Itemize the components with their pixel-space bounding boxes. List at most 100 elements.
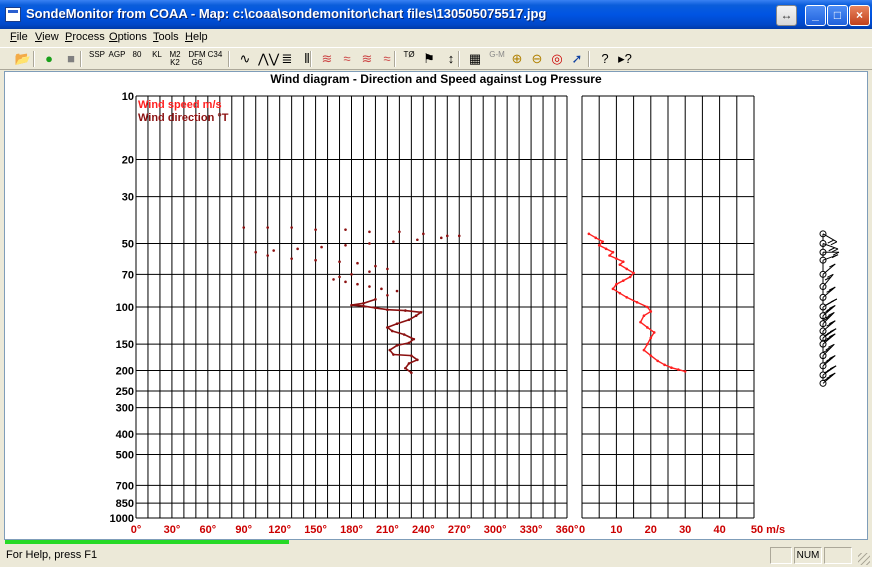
direction-point [386,293,389,297]
wind-diagram: Wind diagram - Direction and Speed again… [110,72,840,536]
direction-point [350,273,353,276]
legend-speed: Wind speed m/s [138,99,222,111]
lines-icon[interactable]: ≣ [278,51,296,67]
resize-button[interactable]: ↔ [776,5,797,26]
y-tick-label: 150 [116,339,134,351]
toolbar-separator [228,51,230,67]
direction-point [395,289,399,293]
direction-point [445,234,449,238]
dfm-g6-button[interactable]: DFM G6 [188,51,206,67]
wind-barb-feather [831,248,839,253]
y-tick-label: 30 [122,192,134,204]
open-icon[interactable]: 📂 [14,51,32,67]
direction-point [422,232,425,236]
toolbar-separator [588,51,590,67]
direction-point [338,275,341,279]
wind-barb [822,263,836,275]
graph1-icon[interactable]: ≋ [318,51,336,67]
rs-agp-button[interactable]: AGP [108,51,126,67]
updown-icon[interactable]: ↕ [442,51,460,67]
map-icon[interactable]: ▦ [466,51,484,67]
bars-icon[interactable]: ⦀ [298,51,316,67]
t-phi-button[interactable]: TØ [400,51,418,67]
zoom-in-icon[interactable]: ⊕ [508,51,526,67]
direction-tick-label: 240° [412,524,435,536]
direction-point [380,287,383,291]
speed-trace [588,233,686,373]
rs-80-button[interactable]: 80 [128,51,146,67]
wave2-icon[interactable]: ⋀⋁ [258,51,279,67]
compass-icon[interactable]: ➚ [568,51,586,67]
graph3-icon[interactable]: ≋ [358,51,376,67]
direction-tick-label: 0° [131,524,142,536]
direction-tick-label: 210° [376,524,399,536]
window-title: SondeMonitor from COAA - Map: c:\coaa\so… [26,6,547,21]
graph4-icon[interactable]: ≈ [378,51,396,67]
m2-k2-button[interactable]: M2 K2 [166,51,184,67]
wave1-icon[interactable]: ∿ [236,51,254,67]
progress-bar [5,540,289,544]
menu-bar: File View Process Options Tools Help [0,29,872,46]
menu-view[interactable]: View [35,31,59,43]
app-window: SondeMonitor from COAA - Map: c:\coaa\so… [0,0,872,567]
y-tick-label: 20 [122,155,134,167]
context-help-icon[interactable]: ▸? [616,51,634,67]
y-tick-label: 70 [122,269,134,281]
minimize-button[interactable]: _ [805,5,826,26]
start-icon[interactable]: ● [40,51,58,67]
direction-point [368,270,371,273]
menu-process[interactable]: Process [65,31,105,43]
direction-point [320,245,323,249]
maximize-button[interactable]: □ [827,5,848,26]
direction-tick-label: 30° [164,524,181,536]
wind-flag-icon[interactable]: ⚑ [420,51,438,67]
status-pane [824,547,852,564]
rs-ssp-button[interactable]: SSP [88,51,106,67]
gm-button[interactable]: G-M [488,51,506,67]
menu-tools[interactable]: Tools [153,31,179,43]
speed-tick-label: 50 m/s [751,524,785,536]
speed-tick-label: 10 [610,524,622,536]
close-button[interactable]: × [849,5,870,26]
c34-button[interactable]: C34 [206,51,224,67]
zoom-out-icon[interactable]: ⊖ [528,51,546,67]
y-tick-label: 700 [116,480,134,492]
chart-title: Wind diagram - Direction and Speed again… [270,72,602,86]
direction-point [254,250,258,254]
direction-tick-label: 300° [484,524,507,536]
graph2-icon[interactable]: ≈ [338,51,356,67]
app-icon[interactable] [5,7,21,22]
direction-point [368,242,371,245]
speed-tick-label: 30 [679,524,691,536]
y-tick-label: 400 [116,429,134,441]
direction-point [290,257,293,260]
help-icon[interactable]: ? [596,51,614,67]
direction-point [266,254,269,257]
direction-tick-label: 270° [448,524,471,536]
status-text: For Help, press F1 [6,549,98,561]
menu-options[interactable]: Options [109,31,147,43]
direction-point [332,278,335,281]
menu-help[interactable]: Help [185,31,208,43]
direction-point [296,247,299,251]
target-icon[interactable]: ◎ [548,51,566,67]
direction-tick-label: 150° [304,524,327,536]
direction-point [398,230,401,234]
stop-icon[interactable]: ■ [62,51,80,67]
y-tick-label: 100 [116,302,134,314]
y-tick-label: 200 [116,366,134,378]
direction-tick-label: 360° [556,524,579,536]
direction-point [368,230,371,234]
wind-barb [822,243,839,250]
rs-kl-button[interactable]: KL [148,51,166,67]
direction-point [439,236,443,240]
direction-tick-label: 60° [200,524,217,536]
direction-point [416,238,419,242]
wind-barb-feather [828,247,835,252]
menu-file[interactable]: File [10,31,28,43]
resize-grip[interactable] [858,553,870,565]
title-bar[interactable]: SondeMonitor from COAA - Map: c:\coaa\so… [0,0,872,29]
direction-tick-label: 330° [520,524,543,536]
wind-barb-feather [827,239,835,244]
legend-direction: Wind direction °T [138,112,229,124]
